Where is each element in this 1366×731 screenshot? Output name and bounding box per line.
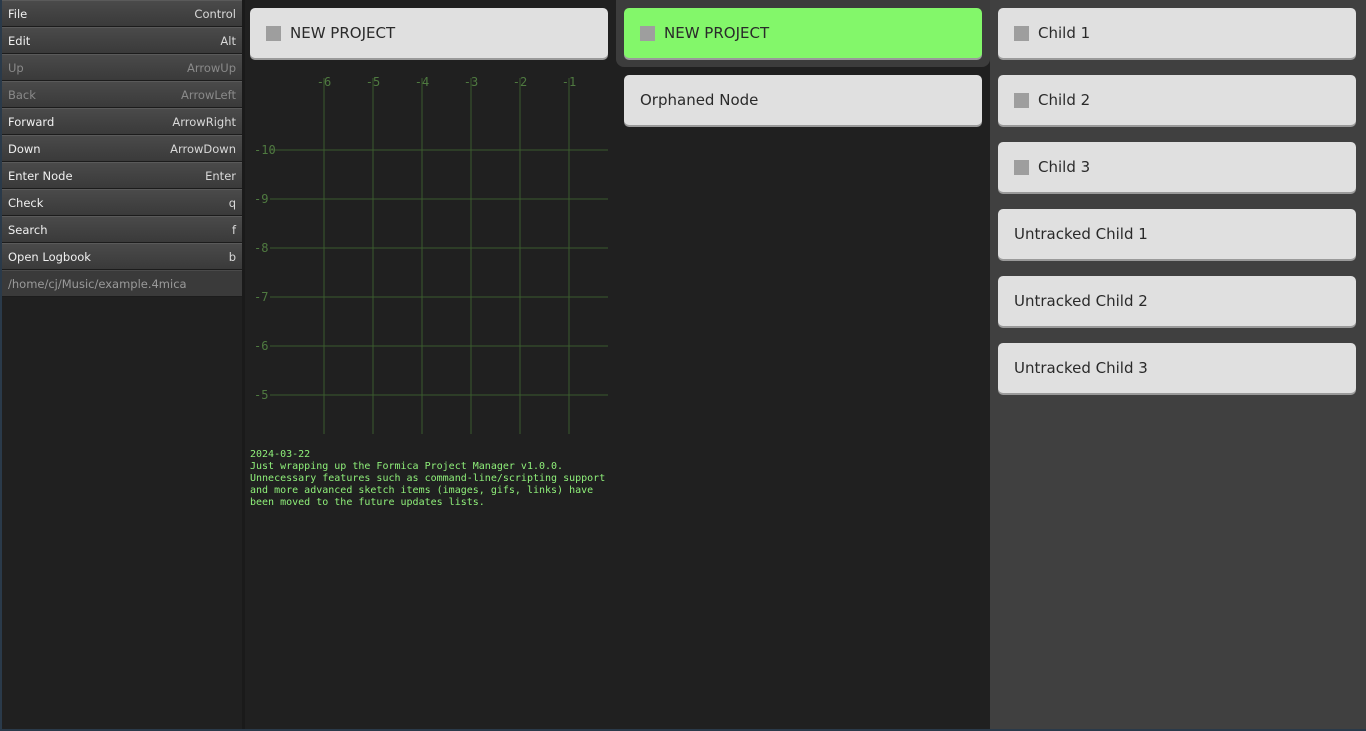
file-path: /home/cj/Music/example.4mica xyxy=(2,270,242,297)
menu-item-shortcut: ArrowDown xyxy=(170,141,236,156)
node-label: NEW PROJECT xyxy=(290,24,396,42)
menu-item-label: Open Logbook xyxy=(8,249,91,264)
current-node-selected[interactable]: NEW PROJECT xyxy=(624,8,982,58)
checkbox-icon[interactable] xyxy=(1014,159,1029,175)
child-node[interactable]: Child 1 xyxy=(998,8,1356,58)
checkbox-icon[interactable] xyxy=(1014,25,1029,41)
menu-item[interactable]: Check q xyxy=(2,189,242,216)
menu-item-shortcut: b xyxy=(228,249,236,264)
node-label: Child 3 xyxy=(1038,158,1091,176)
logbook-entry: 2024-03-22 Just wrapping up the Formica P… xyxy=(250,449,610,509)
menu-item-label: Edit xyxy=(8,33,31,48)
menu-item-label: Up xyxy=(8,60,24,75)
menu-item[interactable]: Edit Alt xyxy=(2,27,242,54)
sketch-canvas[interactable]: -6 -5 -4 -3 -2 -1 -10 -9 -8 -7 -6 -5 xyxy=(250,66,608,438)
menu-item-shortcut: Alt xyxy=(220,33,236,48)
menu-item-label: Back xyxy=(8,87,36,102)
grid-y-label: -6 xyxy=(254,339,268,353)
node-label: Child 2 xyxy=(1038,91,1091,109)
child-node[interactable]: Child 3 xyxy=(998,142,1356,192)
grid-x-label: -5 xyxy=(366,75,380,89)
menu-item[interactable]: Back ArrowLeft xyxy=(2,81,242,108)
menu-item-label: Check xyxy=(8,195,44,210)
menu-item-label: Forward xyxy=(8,114,55,129)
grid-x-label: -3 xyxy=(464,75,478,89)
node-label: Untracked Child 3 xyxy=(1014,359,1148,377)
menu-item-label: File xyxy=(8,6,28,21)
menu-item-shortcut: Control xyxy=(194,6,236,21)
menu-item-shortcut: ArrowUp xyxy=(186,60,236,75)
grid-x-label: -4 xyxy=(415,75,429,89)
current-node[interactable]: Orphaned Node xyxy=(624,75,982,125)
grid-x-label: -1 xyxy=(562,75,576,89)
node-label: Child 1 xyxy=(1038,24,1091,42)
menu-item-shortcut: f xyxy=(231,222,236,237)
grid-y-label: -5 xyxy=(254,388,268,402)
parent-node[interactable]: NEW PROJECT xyxy=(250,8,608,58)
grid-x-label: -6 xyxy=(317,75,331,89)
menu-item[interactable]: Down ArrowDown xyxy=(2,135,242,162)
node-label: Untracked Child 2 xyxy=(1014,292,1148,310)
node-label: Orphaned Node xyxy=(640,91,759,109)
grid-y-label: -10 xyxy=(254,143,276,157)
node-label: Untracked Child 1 xyxy=(1014,225,1148,243)
checkbox-icon[interactable] xyxy=(1014,92,1029,108)
menu-item-label: Down xyxy=(8,141,41,156)
menu-item[interactable]: Enter Node Enter xyxy=(2,162,242,189)
child-node[interactable]: Untracked Child 1 xyxy=(998,209,1356,259)
child-node[interactable]: Child 2 xyxy=(998,75,1356,125)
sidebar-divider xyxy=(242,0,245,729)
grid-x-label: -2 xyxy=(513,75,527,89)
node-label: NEW PROJECT xyxy=(664,24,770,42)
grid-labels: -6 -5 -4 -3 -2 -1 -10 -9 -8 -7 -6 -5 xyxy=(254,75,576,402)
menu-item-shortcut: ArrowLeft xyxy=(181,87,236,102)
menu-item[interactable]: Search f xyxy=(2,216,242,243)
menu-item[interactable]: File Control xyxy=(2,0,242,27)
menu-item-shortcut: Enter xyxy=(205,168,236,183)
grid-y-label: -8 xyxy=(254,241,268,255)
command-sidebar: File Control Edit Alt Up ArrowUp Back ArrowL… xyxy=(2,0,242,729)
menu-item-label: Enter Node xyxy=(8,168,73,183)
grid-y-label: -9 xyxy=(254,192,268,206)
log-text: Just wrapping up the Formica Project Man… xyxy=(250,461,606,508)
child-node[interactable]: Untracked Child 3 xyxy=(998,343,1356,393)
child-node[interactable]: Untracked Child 2 xyxy=(998,276,1356,326)
checkbox-icon[interactable] xyxy=(266,25,281,41)
checkbox-icon[interactable] xyxy=(640,25,655,41)
grid-lines xyxy=(270,78,608,434)
menu-item[interactable]: Up ArrowUp xyxy=(2,54,242,81)
menu-item[interactable]: Forward ArrowRight xyxy=(2,108,242,135)
menu-item-shortcut: q xyxy=(228,195,236,210)
menu-item-label: Search xyxy=(8,222,48,237)
menu-item[interactable]: Open Logbook b xyxy=(2,243,242,270)
log-date: 2024-03-22 xyxy=(250,449,311,460)
menu-item-shortcut: ArrowRight xyxy=(172,114,236,129)
grid-y-label: -7 xyxy=(254,290,268,304)
